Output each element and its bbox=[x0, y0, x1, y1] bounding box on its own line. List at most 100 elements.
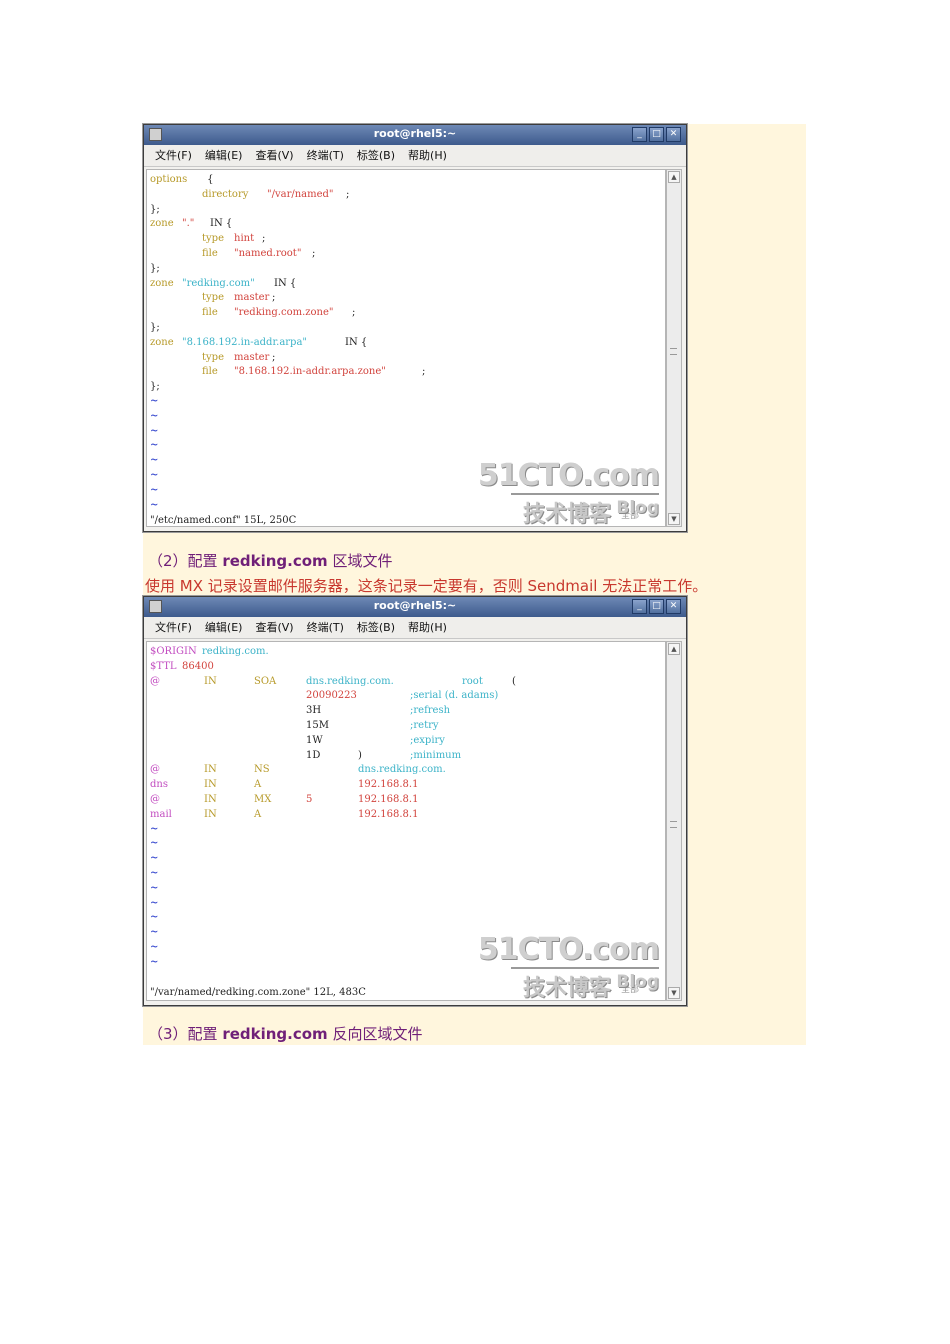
scroll-down-icon[interactable]: ▼ bbox=[668, 513, 680, 525]
watermark-rule bbox=[511, 967, 659, 969]
minimize-icon[interactable]: _ bbox=[632, 127, 647, 142]
watermark: 51CTO.com 技术博客 全部 Blog bbox=[478, 458, 660, 526]
caption-suffix: 反向区域文件 bbox=[327, 1025, 423, 1043]
scroll-down-icon[interactable]: ▼ bbox=[668, 987, 680, 999]
caption-prefix: （2）配置 bbox=[148, 552, 223, 570]
scroll-grip-icon[interactable] bbox=[670, 821, 677, 828]
code-token: @ bbox=[150, 794, 160, 805]
menu-tabs[interactable]: 标签(B) bbox=[357, 617, 395, 638]
code-token: ; bbox=[272, 292, 276, 304]
code-token: 5 bbox=[306, 794, 313, 805]
code-token: }; bbox=[150, 203, 160, 215]
empty-line-marker: ~ bbox=[150, 868, 159, 879]
menu-edit[interactable]: 编辑(E) bbox=[205, 145, 243, 166]
watermark-51cto: 51CTO.com bbox=[477, 932, 660, 967]
code-token: SOA bbox=[254, 675, 277, 687]
code-token: IN { bbox=[210, 218, 233, 230]
code-token: $TTL bbox=[150, 660, 177, 672]
code-token: redking.com. bbox=[202, 646, 269, 657]
code-token: 86400 bbox=[182, 660, 214, 672]
code-token: hint bbox=[234, 233, 255, 245]
code-token: master bbox=[234, 292, 270, 304]
scroll-grip-icon[interactable] bbox=[670, 348, 677, 355]
code-token: 3H bbox=[306, 705, 322, 717]
code-token: A bbox=[254, 808, 262, 820]
code-token: IN { bbox=[345, 336, 368, 348]
caption-domain: redking.com bbox=[222, 1025, 328, 1043]
mx-note: 使用 MX 记录设置邮件服务器，这条记录一定要有，否则 Sendmail 无法正… bbox=[145, 577, 708, 595]
empty-line-marker: ~ bbox=[150, 470, 159, 481]
code-token: type bbox=[202, 292, 224, 304]
caption-domain: redking.com bbox=[222, 552, 328, 570]
menu-file[interactable]: 文件(F) bbox=[155, 145, 192, 166]
code-token: "8.168.192.in-addr.arpa" bbox=[182, 336, 308, 348]
empty-line-marker: ~ bbox=[150, 882, 159, 894]
code-token: ( bbox=[512, 675, 516, 687]
empty-line-marker: ~ bbox=[150, 410, 159, 422]
watermark: 51CTO.com 技术博客 全部 Blog bbox=[478, 932, 660, 1000]
maximize-icon[interactable]: □ bbox=[649, 127, 664, 142]
menu-terminal[interactable]: 终端(T) bbox=[307, 145, 344, 166]
code-token: @ bbox=[150, 675, 160, 687]
code-token: "redking.com.zone" bbox=[234, 307, 334, 319]
menu-bar: 文件(F) 编辑(E) 查看(V) 终端(T) 标签(B) 帮助(H) bbox=[144, 617, 686, 639]
watermark-51cto: 51CTO.com bbox=[477, 458, 660, 493]
close-icon[interactable]: ✕ bbox=[666, 599, 681, 614]
code-token: }; bbox=[150, 262, 160, 274]
empty-line-marker: ~ bbox=[150, 853, 159, 865]
terminal-text-area[interactable]: 51CTO.com 技术博客 全部 Blog "/etc/named.conf"… bbox=[146, 169, 666, 527]
code-token: 192.168.8.1 bbox=[358, 808, 419, 820]
terminal-window-named-conf: root@rhel5:~ _ □ ✕ 文件(F) 编辑(E) 查看(V) 终端(… bbox=[143, 124, 687, 532]
code-token: ; bbox=[352, 307, 356, 319]
code-token: @ bbox=[150, 764, 160, 776]
code-token: 192.168.8.1 bbox=[358, 779, 419, 791]
menu-view[interactable]: 查看(V) bbox=[255, 617, 293, 638]
empty-line-marker: ~ bbox=[150, 912, 159, 924]
menu-help[interactable]: 帮助(H) bbox=[408, 145, 447, 166]
code-token: zone bbox=[150, 277, 174, 289]
code-token: directory bbox=[202, 188, 249, 200]
empty-line-marker: ~ bbox=[150, 396, 159, 407]
status-line: "/var/named/redking.com.zone" 12L, 483C bbox=[150, 987, 366, 998]
status-line: "/etc/named.conf" 15L, 250C bbox=[150, 515, 297, 526]
title-bar[interactable]: root@rhel5:~ _ □ ✕ bbox=[144, 125, 686, 145]
terminal-window-zone: root@rhel5:~ _ □ ✕ 文件(F) 编辑(E) 查看(V) 终端(… bbox=[143, 596, 687, 1006]
caption-reverse-zone: （3）配置 redking.com 反向区域文件 bbox=[148, 1023, 422, 1044]
code-token: options bbox=[150, 174, 188, 185]
code-token: "redking.com" bbox=[182, 277, 255, 289]
scroll-up-icon[interactable]: ▲ bbox=[668, 171, 680, 183]
code-token: ; bbox=[312, 248, 316, 259]
close-icon[interactable]: ✕ bbox=[666, 127, 681, 142]
code-token: 20090223 bbox=[306, 690, 357, 702]
code-token: mail bbox=[150, 808, 172, 820]
caption-suffix: 区域文件 bbox=[327, 552, 393, 570]
menu-edit[interactable]: 编辑(E) bbox=[205, 617, 243, 638]
menu-file[interactable]: 文件(F) bbox=[155, 617, 192, 638]
code-token: IN bbox=[204, 808, 217, 820]
code-token: dns.redking.com. bbox=[358, 764, 446, 776]
empty-line-marker: ~ bbox=[150, 838, 159, 850]
menu-view[interactable]: 查看(V) bbox=[255, 145, 293, 166]
watermark-blog: Blog bbox=[616, 498, 659, 518]
window-title: root@rhel5:~ bbox=[373, 127, 457, 140]
empty-line-marker: ~ bbox=[150, 499, 159, 511]
menu-tabs[interactable]: 标签(B) bbox=[357, 145, 395, 166]
menu-bar: 文件(F) 编辑(E) 查看(V) 终端(T) 标签(B) 帮助(H) bbox=[144, 145, 686, 167]
code-token: NS bbox=[254, 764, 270, 776]
maximize-icon[interactable]: □ bbox=[649, 599, 664, 614]
scrollbar[interactable]: ▲ ▼ bbox=[666, 641, 682, 1001]
terminal-text-area[interactable]: 51CTO.com 技术博客 全部 Blog "/var/named/redki… bbox=[146, 641, 666, 1001]
code-token: master bbox=[234, 351, 270, 363]
code-token: dns bbox=[150, 779, 168, 791]
minimize-icon[interactable]: _ bbox=[632, 599, 647, 614]
code-token: ; bbox=[262, 233, 266, 245]
scroll-up-icon[interactable]: ▲ bbox=[668, 643, 680, 655]
code-token: }; bbox=[150, 322, 160, 333]
code-token: 1D bbox=[306, 749, 321, 761]
title-bar[interactable]: root@rhel5:~ _ □ ✕ bbox=[144, 597, 686, 617]
scrollbar[interactable]: ▲ ▼ bbox=[666, 169, 682, 527]
menu-help[interactable]: 帮助(H) bbox=[408, 617, 447, 638]
menu-terminal[interactable]: 终端(T) bbox=[307, 617, 344, 638]
code-token: 192.168.8.1 bbox=[358, 794, 419, 805]
code-token: ; bbox=[422, 366, 426, 378]
